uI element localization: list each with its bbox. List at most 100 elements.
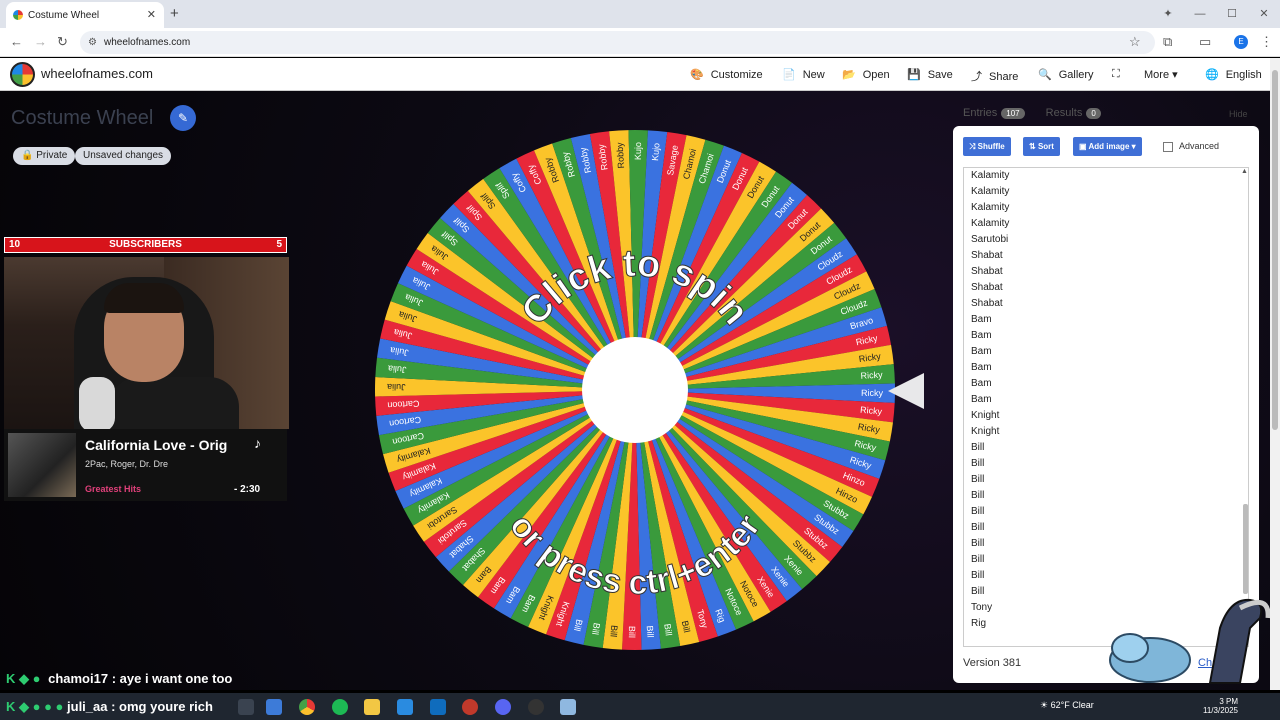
profile-avatar[interactable]: E (1234, 35, 1248, 49)
obs-icon[interactable] (528, 699, 544, 715)
entries-scrollbar-thumb[interactable] (1243, 504, 1248, 594)
tab-entries[interactable]: Entries 107 (963, 107, 1025, 119)
entry-line[interactable]: Shabat (964, 264, 1248, 280)
entry-line[interactable]: Bam (964, 376, 1248, 392)
bookmark-star-icon[interactable]: ☆ (1129, 34, 1141, 50)
entry-line[interactable]: Bill (964, 456, 1248, 472)
spin-wheel[interactable]: Robby Robby Kujo Kujo Savage Chamoi Chamoi Donu… (373, 128, 897, 652)
entry-line[interactable]: Bam (964, 392, 1248, 408)
back-icon[interactable]: ← (10, 34, 23, 49)
wheel-center-hub[interactable] (582, 337, 688, 443)
entry-line[interactable]: Bam (964, 328, 1248, 344)
wheel-graphic[interactable]: Robby Robby Kujo Kujo Savage ChamoiChamoiDonu… (373, 128, 897, 652)
page-scrollbar-thumb[interactable] (1272, 70, 1278, 430)
app-red-icon[interactable] (462, 699, 478, 715)
close-window-button[interactable]: ✕ (1248, 0, 1280, 28)
app-header: wheelofnames.com 🎨 Customize 📄 New 📂 Open 💾… (0, 58, 1270, 91)
entry-line[interactable]: Bam (964, 344, 1248, 360)
folder-icon: 📂 (842, 69, 856, 81)
page-scrollbar[interactable] (1270, 58, 1280, 690)
file-explorer-icon[interactable] (364, 699, 380, 715)
add-image-button[interactable]: ▣ Add image ▾ (1073, 137, 1142, 156)
forward-icon[interactable]: → (34, 34, 47, 49)
weather-icon: ☀ (1040, 700, 1049, 710)
new-tab-button[interactable]: + (170, 5, 179, 22)
minimize-button[interactable]: — (1184, 0, 1216, 28)
browser-menu-icon[interactable]: ⋮ (1260, 34, 1273, 50)
entry-line[interactable]: Knight (964, 408, 1248, 424)
entry-line[interactable]: Kalamity (964, 168, 1248, 184)
entry-line[interactable]: Bill (964, 504, 1248, 520)
entry-line[interactable]: Bill (964, 440, 1248, 456)
spotify-icon[interactable] (332, 699, 348, 715)
weather-temp: 62°F (1050, 700, 1070, 710)
shuffle-icon: ⤨ (969, 142, 976, 151)
fullscreen-button[interactable]: ⛶ (1112, 68, 1127, 81)
entry-line[interactable]: Bill (964, 520, 1248, 536)
edit-title-button[interactable]: ✎ (170, 105, 196, 131)
taskbar-clock[interactable]: 3 PM 11/3/2025 (1203, 697, 1238, 715)
entry-line[interactable]: Shabat (964, 248, 1248, 264)
entry-line[interactable]: Kalamity (964, 184, 1248, 200)
private-badge[interactable]: 🔒 Private (13, 147, 76, 165)
entry-line[interactable]: Bam (964, 360, 1248, 376)
entries-scrollbar[interactable]: ▲ (1241, 168, 1248, 646)
reload-icon[interactable]: ↻ (57, 34, 68, 50)
site-info-icon[interactable]: ⚙ (88, 31, 97, 54)
sparkle-icon[interactable]: ✦ (1152, 0, 1184, 28)
entry-line[interactable]: Bill (964, 472, 1248, 488)
url-input[interactable]: ⚙ wheelofnames.com (80, 31, 1155, 54)
advanced-label[interactable]: Advanced (1179, 141, 1219, 151)
chrome-icon[interactable] (299, 699, 315, 715)
store-icon[interactable] (397, 699, 413, 715)
discord-icon[interactable] (495, 699, 511, 715)
extensions-icon[interactable]: ⧉ (1163, 34, 1172, 50)
version-label: Version 381 (963, 657, 1022, 669)
entry-line[interactable]: Bill (964, 568, 1248, 584)
entries-textarea[interactable]: Kalamity Kalamity Kalamity Kalamity Sarutobi… (963, 167, 1249, 647)
webcam-hair (104, 283, 184, 313)
entry-line[interactable]: Sarutobi (964, 232, 1248, 248)
webcam-overlay (4, 257, 289, 429)
sort-button[interactable]: ⇅ Sort (1023, 137, 1060, 156)
entry-line[interactable]: Kalamity (964, 200, 1248, 216)
browser-tab[interactable]: Costume Wheel ✕ (6, 2, 164, 28)
share-button[interactable]: ⤴ Share (971, 68, 1018, 84)
entry-line[interactable]: Knight (964, 424, 1248, 440)
language-button[interactable]: 🌐 English (1205, 68, 1262, 81)
save-icon: 💾 (907, 69, 921, 81)
maximize-button[interactable]: ☐ (1216, 0, 1248, 28)
entry-line[interactable]: Shabat (964, 296, 1248, 312)
entry-line[interactable]: Bill (964, 488, 1248, 504)
outlook-icon[interactable] (430, 699, 446, 715)
entry-line[interactable]: Shabat (964, 280, 1248, 296)
task-view-icon[interactable] (238, 699, 254, 715)
site-name[interactable]: wheelofnames.com (41, 66, 153, 81)
wheel-segment-label: Kujo (633, 142, 643, 160)
customize-button[interactable]: 🎨 Customize (690, 68, 763, 81)
close-tab-icon[interactable]: ✕ (147, 8, 156, 21)
entry-line[interactable]: Bill (964, 536, 1248, 552)
cast-icon[interactable]: ▭ (1199, 34, 1211, 50)
chat-badges-icon: K ◆ ● ● ● (6, 699, 64, 714)
tab-results[interactable]: Results 0 (1046, 107, 1101, 119)
notes-icon[interactable] (560, 699, 576, 715)
entry-line[interactable]: Bill (964, 552, 1248, 568)
wheel-segment-label: Bill (608, 625, 619, 638)
pencil-icon: ✎ (177, 111, 189, 125)
new-button[interactable]: 📄 New (782, 68, 825, 81)
advanced-checkbox[interactable] (1163, 142, 1173, 152)
hide-panel-link[interactable]: Hide (1229, 109, 1248, 119)
subs-label: SUBSCRIBERS (109, 239, 182, 250)
entry-line[interactable]: Kalamity (964, 216, 1248, 232)
open-button[interactable]: 📂 Open (842, 68, 890, 81)
app-icon[interactable] (266, 699, 282, 715)
shuffle-button[interactable]: ⤨ Shuffle (963, 137, 1011, 156)
scroll-up-icon[interactable]: ▲ (1241, 168, 1248, 175)
wheel-logo-icon[interactable] (10, 62, 35, 87)
entry-line[interactable]: Bam (964, 312, 1248, 328)
gallery-button[interactable]: 🔍 Gallery (1038, 68, 1094, 81)
more-button[interactable]: More ▾ (1144, 68, 1178, 81)
save-button[interactable]: 💾 Save (907, 68, 953, 81)
clock-time: 3 PM (1219, 697, 1238, 706)
